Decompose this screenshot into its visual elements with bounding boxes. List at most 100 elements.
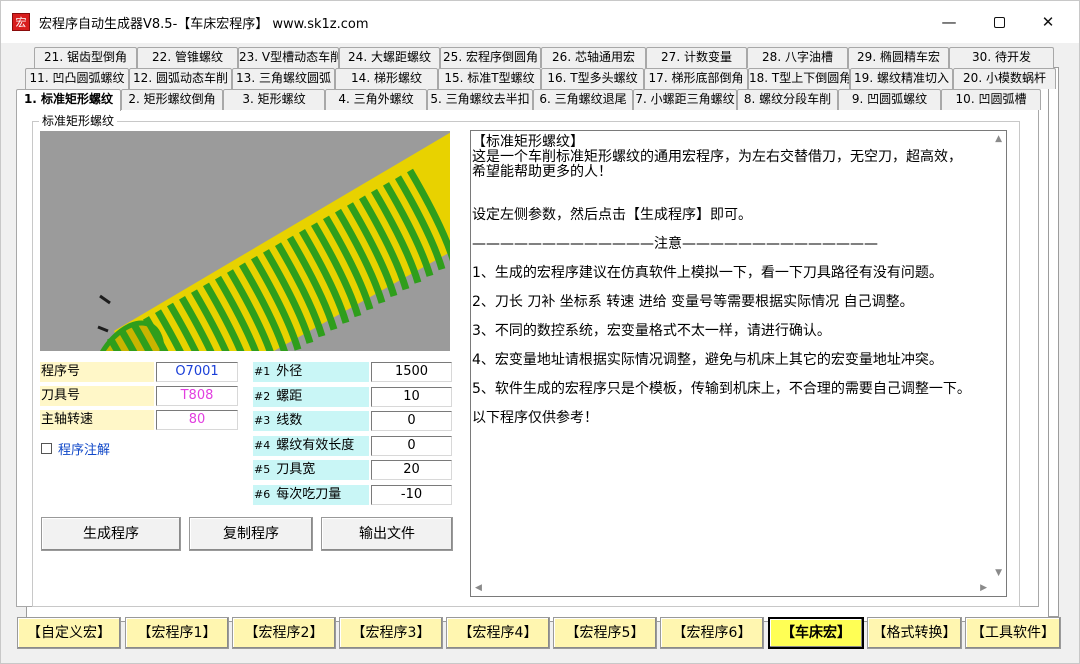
tab-24[interactable]: 24. 大螺距螺纹 <box>339 47 440 68</box>
macro-param-input[interactable]: 1500 <box>371 362 452 382</box>
tab-6[interactable]: 6. 三角螺纹退尾 <box>533 89 633 110</box>
tab-20[interactable]: 20. 小模数蜗杆 <box>953 68 1056 89</box>
macro-param-id: #1 <box>254 365 271 378</box>
tab-row-2: 11. 凹凸圆弧螺纹 12. 圆弧动态车削 13. 三角螺纹圆弧 14. 梯形螺纹 15… <box>25 68 1056 89</box>
description-line: 【标准矩形螺纹】 <box>472 134 584 150</box>
tab-23[interactable]: 23. V型槽动态车削 <box>238 47 339 68</box>
macro-param-id: #3 <box>254 414 271 428</box>
tab-27[interactable]: 27. 计数变量 <box>646 47 747 68</box>
minimize-button[interactable]: — <box>926 7 972 37</box>
description-line: 3、不同的数控系统，宏变量格式不太一样，请进行确认。 <box>472 323 831 339</box>
macro-param-label: #6 每次吃刀量 <box>253 485 369 505</box>
bottom-toolbar: 【自定义宏】 【宏程序1】 【宏程序2】 【宏程序3】 【宏程序4】 【宏程序5】 【宏程序… <box>1 613 1079 663</box>
tab-16[interactable]: 16. T型多头螺纹 <box>541 68 644 89</box>
close-icon: ✕ <box>1041 13 1055 31</box>
scroll-up-icon[interactable]: ▲ <box>995 134 1002 144</box>
scroll-right-icon[interactable]: ▶ <box>980 583 987 593</box>
param-label: 主轴转速 <box>40 410 154 430</box>
tab-22[interactable]: 22. 管锥螺纹 <box>137 47 238 68</box>
bottom-button[interactable]: 【宏程序5】 <box>553 617 657 649</box>
tab-13[interactable]: 13. 三角螺纹圆弧 <box>232 68 335 89</box>
group-label: 标准矩形螺纹 <box>39 112 118 129</box>
maximize-icon <box>993 16 1005 28</box>
annotation-checkbox-label: 程序注解 <box>58 443 111 458</box>
tab-18[interactable]: 18. T型上下倒圆角 <box>748 68 850 89</box>
bottom-button[interactable]: 【宏程序1】 <box>125 617 229 649</box>
tab-2[interactable]: 2. 矩形螺纹倒角 <box>121 89 223 110</box>
tab-30[interactable]: 30. 待开发 <box>949 47 1054 68</box>
tab-29[interactable]: 29. 椭圆精车宏 <box>848 47 949 68</box>
tab-5[interactable]: 5. 三角螺纹去半扣 <box>427 89 533 110</box>
description-line: —————————————注意—————————————— <box>472 236 878 252</box>
export-button[interactable]: 输出文件 <box>321 517 453 551</box>
tab-15[interactable]: 15. 标准T型螺纹 <box>438 68 541 89</box>
bottom-button[interactable]: 【自定义宏】 <box>17 617 121 649</box>
macro-param-name: 螺纹有效长度 <box>276 437 355 453</box>
minimize-icon: — <box>941 13 957 31</box>
tab-1[interactable]: 1. 标准矩形螺纹 <box>16 89 121 111</box>
tab-7[interactable]: 7. 小螺距三角螺纹 <box>633 89 737 110</box>
tab-9[interactable]: 9. 凹圆弧螺纹 <box>838 89 941 110</box>
macro-param-input[interactable]: 0 <box>371 411 452 432</box>
tab-8[interactable]: 8. 螺纹分段车削 <box>737 89 838 110</box>
scroll-down-icon[interactable]: ▼ <box>995 568 1002 578</box>
param-input[interactable]: 80 <box>156 410 238 430</box>
tab-28[interactable]: 28. 八字油槽 <box>747 47 848 68</box>
tab-11[interactable]: 11. 凹凸圆弧螺纹 <box>25 68 129 89</box>
macro-param-name: 刀具宽 <box>276 462 316 478</box>
app-icon: 宏 <box>12 13 30 31</box>
macro-param-id: #5 <box>254 463 271 477</box>
macro-param-id: #6 <box>254 488 271 501</box>
maximize-button[interactable] <box>976 7 1022 37</box>
description-textarea[interactable]: 【标准矩形螺纹】 这是一个车削标准矩形螺纹的通用宏程序，为左右交替借刀，无空刀，超… <box>470 130 1007 597</box>
description-line: 5、软件生成的宏程序只是个模板，传输到机床上，不合理的需要自己调整一下。 <box>472 381 971 397</box>
macro-param-label: #1 外径 <box>253 362 369 382</box>
macro-param-name: 线数 <box>276 413 303 429</box>
description-line: 4、宏变量地址请根据实际情况调整，避免与机床上其它的宏变量地址冲突。 <box>472 352 943 368</box>
vertical-scrollbar[interactable]: ▲ ▼ <box>990 131 1006 581</box>
param-label: 刀具号 <box>40 386 154 406</box>
scroll-left-icon[interactable]: ◀ <box>475 583 482 593</box>
annotation-checkbox[interactable] <box>41 443 52 454</box>
macro-param-input[interactable]: -10 <box>371 485 452 505</box>
tab-14[interactable]: 14. 梯形螺纹 <box>335 68 438 89</box>
bottom-button[interactable]: 【宏程序4】 <box>446 617 550 649</box>
tab-19[interactable]: 19. 螺纹精准切入 <box>850 68 953 89</box>
generate-button[interactable]: 生成程序 <box>41 517 181 551</box>
title-bar: 宏 宏程序自动生成器V8.5-【车床宏程序】 www.sk1z.com — ✕ <box>1 1 1079 43</box>
close-button[interactable]: ✕ <box>1025 7 1071 37</box>
macro-param-label: #5 刀具宽 <box>253 460 369 481</box>
macro-param-name: 外径 <box>276 364 303 379</box>
macro-param-label: #4 螺纹有效长度 <box>253 435 369 456</box>
bottom-button[interactable]: 【格式转换】 <box>867 617 962 649</box>
tab-25[interactable]: 25. 宏程序倒圆角 <box>440 47 541 68</box>
window-title: 宏程序自动生成器V8.5-【车床宏程序】 www.sk1z.com <box>39 17 369 32</box>
macro-param-input[interactable]: 0 <box>371 435 452 456</box>
threaded-rod-illustration <box>40 131 450 351</box>
annotation-option[interactable]: 程序注解 <box>41 439 110 458</box>
copy-button[interactable]: 复制程序 <box>189 517 313 551</box>
bottom-button[interactable]: 【宏程序6】 <box>660 617 764 649</box>
tab-4[interactable]: 4. 三角外螺纹 <box>325 89 427 110</box>
tab-12[interactable]: 12. 圆弧动态车削 <box>129 68 232 89</box>
description-line: 2、刀长 刀补 坐标系 转速 进给 变量号等需要根据实际情况 自己调整。 <box>472 294 914 310</box>
param-input[interactable]: T808 <box>156 386 238 406</box>
tab-17[interactable]: 17. 梯形底部倒角 <box>644 68 748 89</box>
tab-3[interactable]: 3. 矩形螺纹 <box>223 89 325 110</box>
description-line: 希望能帮助更多的人！ <box>472 164 612 180</box>
tab-row-1: 21. 锯齿型倒角 22. 管锥螺纹 23. V型槽动态车削 24. 大螺距螺纹 25.… <box>34 47 1059 68</box>
tab-10[interactable]: 10. 凹圆弧槽 <box>941 89 1041 110</box>
tab-26[interactable]: 26. 芯轴通用宏 <box>541 47 646 68</box>
bottom-button[interactable]: 【工具软件】 <box>965 617 1061 649</box>
bottom-button[interactable]: 【宏程序3】 <box>339 617 443 649</box>
tab-21[interactable]: 21. 锯齿型倒角 <box>34 47 137 68</box>
bottom-button[interactable]: 【宏程序2】 <box>232 617 336 649</box>
description-line: 1、生成的宏程序建议在仿真软件上模拟一下，看一下刀具路径有没有问题。 <box>472 265 943 281</box>
macro-param-name: 螺距 <box>276 388 303 404</box>
horizontal-scrollbar[interactable]: ◀ ▶ <box>471 580 991 596</box>
bottom-button[interactable]: 【车床宏】 <box>768 617 864 649</box>
macro-param-input[interactable]: 10 <box>371 386 452 407</box>
macro-param-input[interactable]: 20 <box>371 460 452 481</box>
param-input[interactable]: O7001 <box>156 362 238 382</box>
macro-param-id: #4 <box>254 438 271 452</box>
